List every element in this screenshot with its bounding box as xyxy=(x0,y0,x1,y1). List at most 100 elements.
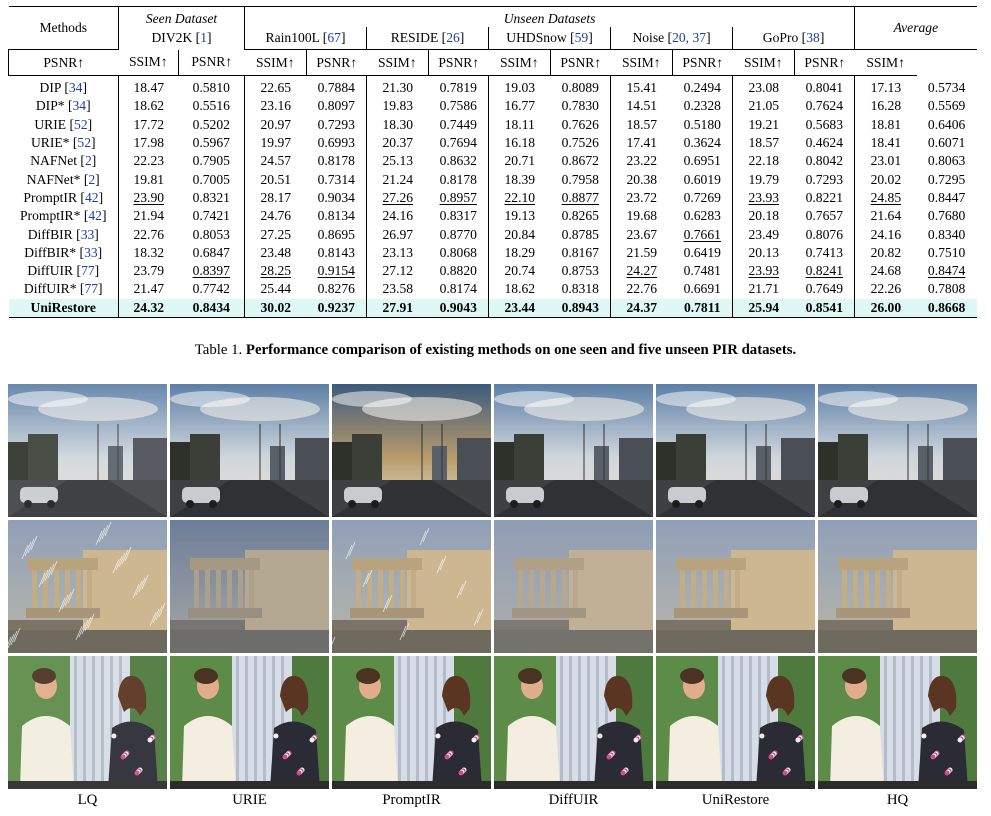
ssim-value: 0.7626 xyxy=(561,116,599,132)
method-citation[interactable]: 77 xyxy=(81,263,95,278)
result-image-lq xyxy=(8,520,167,653)
method-citation[interactable]: 34 xyxy=(73,98,87,113)
psnr-value: 16.77 xyxy=(488,97,551,116)
psnr-value: 20.13 xyxy=(732,243,795,262)
ssim-value: 0.5516 xyxy=(192,98,230,114)
ssim-value: 0.8820 xyxy=(439,263,477,279)
method-name: URIE* [52] xyxy=(30,135,96,151)
psnr-value: 20.74 xyxy=(488,261,551,281)
dataset-citation[interactable]: 1 xyxy=(200,30,207,45)
psnr-value: 20.37 xyxy=(366,133,429,153)
psnr-value: 23.48 xyxy=(244,243,307,262)
psnr-value: 24.37 xyxy=(610,298,673,318)
psnr-value: 25.44 xyxy=(244,280,307,299)
table-row: URIE* [52] 17.98 0.5967 19.97 0.6993 20.37 0.7… xyxy=(9,133,977,153)
ssim-value: 0.6071 xyxy=(927,135,966,151)
psnr-header: PSNR↑ xyxy=(177,49,245,76)
method-citation[interactable]: 77 xyxy=(84,281,98,296)
method-name: DiffBIR [33] xyxy=(27,226,99,242)
psnr-value: 22.18 xyxy=(732,152,795,171)
ssim-value: 0.8317 xyxy=(439,208,477,224)
dataset-citation[interactable]: 26 xyxy=(446,30,460,45)
psnr-value: 27.12 xyxy=(366,261,429,281)
ssim-value: 0.8541 xyxy=(794,298,855,318)
dataset-header-noise: Noise [20, 37] xyxy=(610,27,733,50)
method-citation[interactable]: 33 xyxy=(84,245,98,260)
dataset-citation[interactable]: 38 xyxy=(806,30,820,45)
ssim-value: 0.8668 xyxy=(916,298,977,318)
caption-prefix: Table 1. xyxy=(194,342,243,358)
method-citation[interactable]: 33 xyxy=(81,227,95,242)
dataset-header-div2k: DIV2K [1] xyxy=(117,27,245,50)
ssim-value: 0.7742 xyxy=(192,281,230,297)
dataset-citation[interactable]: 67 xyxy=(327,30,341,45)
ssim-value: 0.2328 xyxy=(683,98,721,114)
psnr-value: 21.05 xyxy=(732,97,795,116)
ssim-value: 0.8474 xyxy=(927,263,966,279)
ssim-value: 0.7661 xyxy=(683,226,721,242)
psnr-value: 18.11 xyxy=(488,115,551,134)
method-citation[interactable]: 42 xyxy=(85,190,99,205)
ssim-value: 0.8174 xyxy=(439,281,477,297)
psnr-value: 23.90 xyxy=(118,188,179,208)
ssim-value: 0.7830 xyxy=(561,98,599,114)
psnr-header: PSNR↑ xyxy=(672,49,733,76)
method-citation[interactable]: 52 xyxy=(77,135,91,150)
table-row: PromptIR [42] 23.90 0.8321 28.17 0.9034 27.26… xyxy=(9,188,977,208)
psnr-value: 23.16 xyxy=(244,97,307,116)
psnr-value: 23.44 xyxy=(488,298,551,318)
method-name: NAFNet [2] xyxy=(30,153,97,169)
ssim-value: 0.8042 xyxy=(805,153,843,169)
ssim-value: 0.8318 xyxy=(561,281,599,297)
result-image-hq xyxy=(818,384,977,517)
ssim-value: 0.7624 xyxy=(805,98,843,114)
psnr-value: 28.25 xyxy=(244,261,307,281)
psnr-value: 17.98 xyxy=(118,133,179,153)
psnr-value: 18.62 xyxy=(488,280,551,299)
table-row: DiffBIR [33] 22.76 0.8053 27.25 0.8695 26.97 0… xyxy=(9,225,977,244)
method-citation[interactable]: 2 xyxy=(85,153,92,168)
ssim-value: 0.8672 xyxy=(561,153,599,169)
ssim-value: 0.7421 xyxy=(192,208,230,224)
result-image-promptir xyxy=(332,656,491,789)
dataset-name: Rain100L [ xyxy=(265,30,328,45)
ssim-value: 0.8321 xyxy=(192,189,230,205)
result-image-unirestore xyxy=(656,520,815,653)
result-image-hq xyxy=(818,520,977,653)
dataset-header-reside: RESIDE [26] xyxy=(366,27,489,50)
method-citation[interactable]: 34 xyxy=(69,80,83,95)
psnr-value: 30.02 xyxy=(244,298,307,318)
ssim-value: 0.2494 xyxy=(683,80,721,96)
ssim-value: 0.7314 xyxy=(317,171,355,187)
ssim-value: 0.7449 xyxy=(439,116,477,132)
ssim-header: SSIM↑ xyxy=(854,49,917,76)
psnr-value: 14.51 xyxy=(610,97,673,116)
method-citation[interactable]: 2 xyxy=(88,172,95,187)
ssim-value: 0.5967 xyxy=(192,135,230,151)
psnr-value: 21.30 xyxy=(366,75,429,98)
psnr-value: 19.68 xyxy=(610,207,673,226)
dataset-citation[interactable]: 20, 37 xyxy=(672,30,706,45)
psnr-value: 17.41 xyxy=(610,133,673,153)
unseen-datasets-header: Unseen Datasets xyxy=(244,6,855,27)
dataset-name: GoPro [ xyxy=(762,30,807,45)
dataset-name: Noise [ xyxy=(632,30,673,45)
psnr-value: 23.49 xyxy=(732,225,795,244)
psnr-value: 25.13 xyxy=(366,152,429,171)
results-table: Methods Seen Dataset Unseen Datasets Ave… xyxy=(8,6,977,318)
method-citation[interactable]: 52 xyxy=(74,117,88,132)
psnr-value: 15.41 xyxy=(610,75,673,98)
ssim-value: 0.8340 xyxy=(927,226,966,242)
psnr-value: 24.68 xyxy=(854,261,917,281)
psnr-value: 23.08 xyxy=(732,75,795,98)
psnr-value: 19.79 xyxy=(732,170,795,189)
psnr-value: 19.83 xyxy=(366,97,429,116)
ssim-value: 0.8097 xyxy=(317,98,355,114)
ssim-header: SSIM↑ xyxy=(366,49,429,76)
psnr-value: 16.18 xyxy=(488,133,551,153)
method-name: DiffUIR [77] xyxy=(27,263,100,279)
dataset-citation[interactable]: 59 xyxy=(575,30,589,45)
psnr-value: 21.24 xyxy=(366,170,429,189)
result-image-urie xyxy=(170,520,329,653)
method-citation[interactable]: 42 xyxy=(88,208,102,223)
